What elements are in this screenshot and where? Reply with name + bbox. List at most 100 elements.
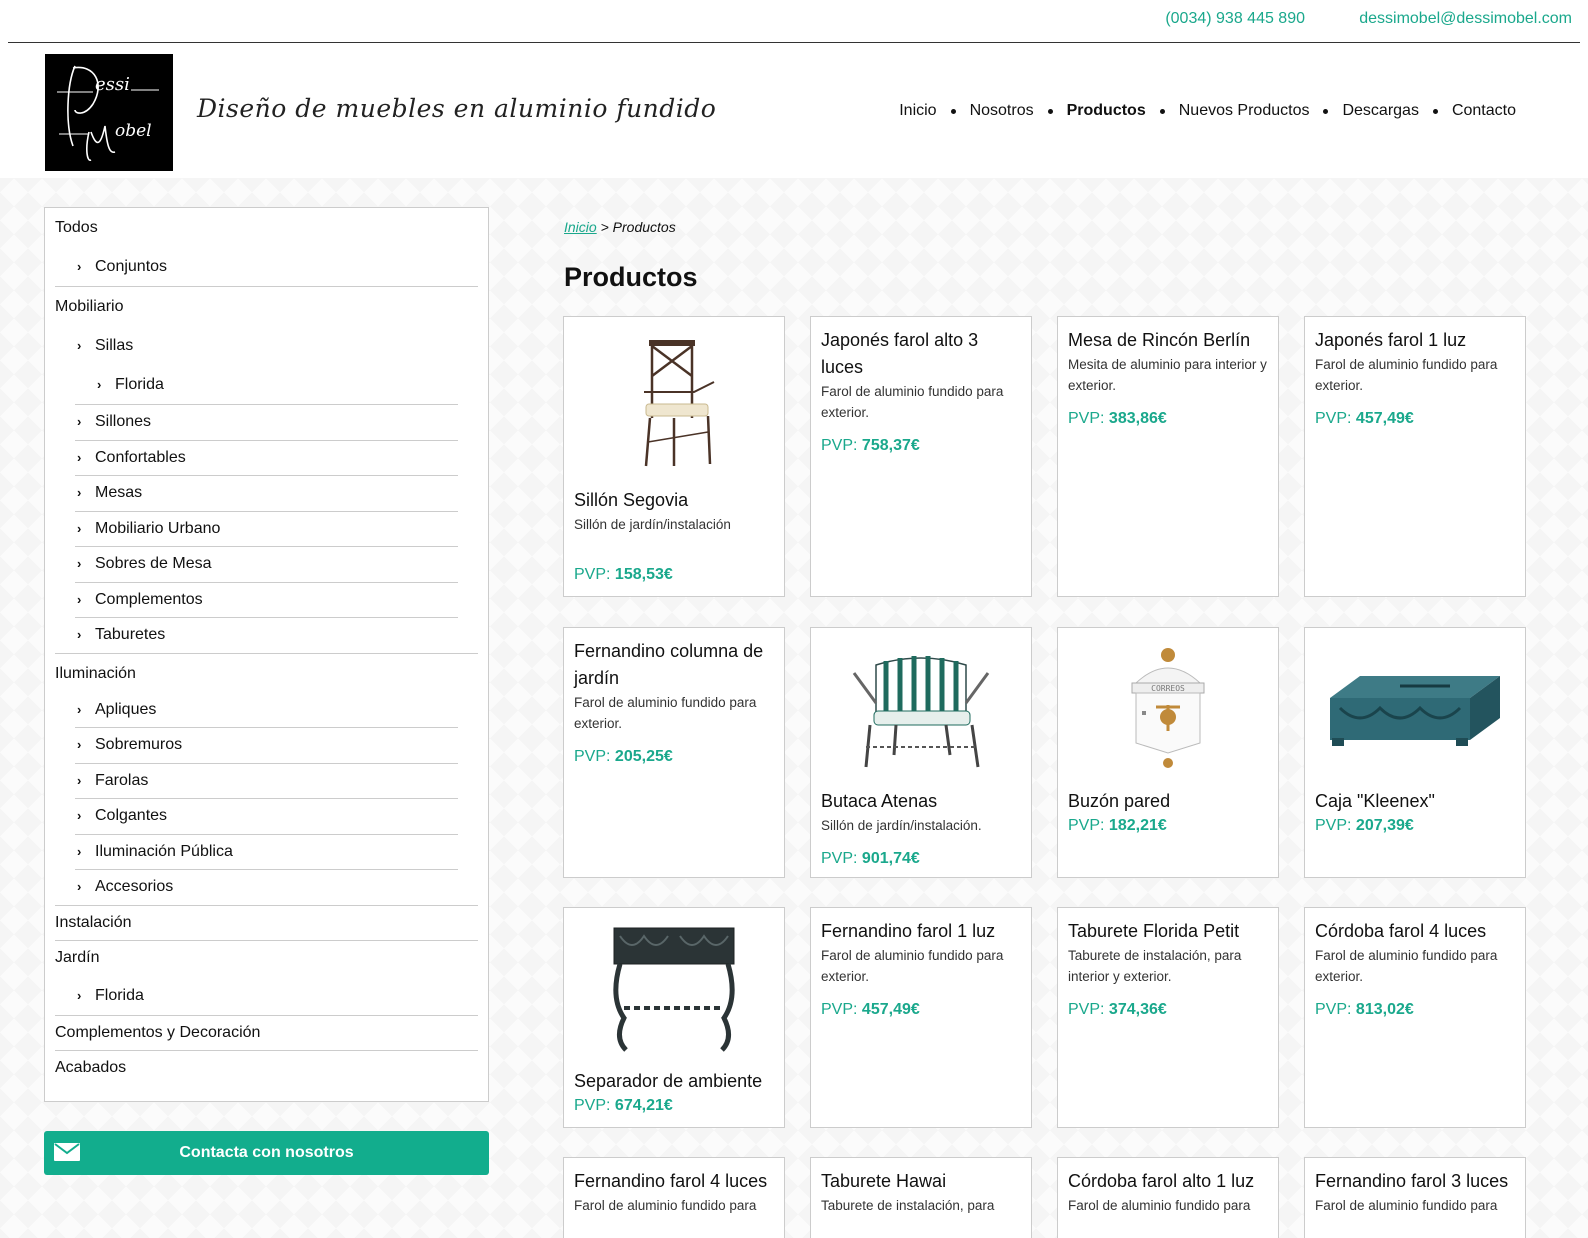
category-label: Florida [115,376,164,393]
product-card[interactable]: Japonés farol 1 luz Farol de aluminio fu… [1304,316,1526,597]
product-card[interactable]: Sillón Segovia Sillón de jardín/instalac… [563,316,785,597]
chair-icon [644,340,715,467]
product-card[interactable]: Separador de ambiente PVP: 674,21€ [563,907,785,1128]
product-name: Taburete Hawai [821,1171,947,1191]
category-iluminacion-publica[interactable]: › Iluminación Pública [55,835,478,870]
category-apliques[interactable]: › Apliques [55,693,478,728]
logo[interactable]: essi obel [45,54,173,171]
category-mobiliario-urbano[interactable]: › Mobiliario Urbano [55,512,478,547]
product-description: Farol de aluminio fundido para [1315,1198,1498,1213]
product-card[interactable]: Taburete Florida Petit Taburete de insta… [1057,907,1279,1128]
category-farolas[interactable]: › Farolas [55,764,478,799]
category-florida[interactable]: › Florida [55,365,478,404]
product-name: Fernandino farol 1 luz [821,921,996,941]
nav-separator [1159,108,1165,114]
nav-productos[interactable]: Productos [1067,102,1146,120]
chevron-right-icon: › [77,556,82,571]
category-sillas[interactable]: › Sillas [55,326,478,365]
category-mobiliario[interactable]: Mobiliario [55,287,478,326]
category-jardin[interactable]: Jardín [55,941,478,976]
product-card[interactable]: Córdoba farol alto 1 luz Farol de alumin… [1057,1157,1279,1238]
product-card[interactable]: Mesa de Rincón Berlín Mesita de aluminio… [1057,316,1279,597]
product-image [574,918,774,1058]
svg-text:obel: obel [115,121,152,141]
price-value: 674,21€ [614,1097,673,1114]
category-label: Confortables [95,448,186,466]
mailbox-icon: CORREOS [1131,648,1205,768]
main-nav: Inicio Nosotros Productos Nuevos Product… [899,102,1516,120]
category-colgantes[interactable]: › Colgantes [55,799,478,834]
category-label: Taburetes [95,626,166,643]
category-complementos-decoracion[interactable]: Complementos y Decoración [55,1016,478,1051]
product-card[interactable]: Fernandino farol 1 luz Farol de aluminio… [810,907,1032,1128]
nav-inicio[interactable]: Inicio [899,102,936,120]
product-card[interactable]: Fernandino farol 3 luces Farol de alumin… [1304,1157,1526,1238]
chevron-right-icon: › [77,701,82,717]
category-complementos[interactable]: › Complementos [55,583,478,618]
price-value: 813,02€ [1355,1001,1414,1018]
category-sobremuros[interactable]: › Sobremuros [55,728,478,763]
top-bar: (0034) 938 445 890 dessimobel@dessimobel… [8,0,1580,43]
product-card[interactable]: Córdoba farol 4 luces Farol de aluminio … [1304,907,1526,1128]
product-card[interactable]: Caja "Kleenex" PVP: 207,39€ [1304,627,1526,878]
nav-descargas[interactable]: Descargas [1342,102,1418,120]
nav-nuevos-productos[interactable]: Nuevos Productos [1179,102,1310,120]
chevron-right-icon: › [77,843,82,859]
category-label: Sobres de Mesa [95,555,212,572]
category-mesas[interactable]: › Mesas [55,476,478,511]
chevron-right-icon: › [77,449,82,465]
product-name: Butaca Atenas [821,791,938,811]
price-prefix: PVP: [1315,410,1352,427]
product-card[interactable]: Butaca Atenas Sillón de jardín/instalaci… [810,627,1032,878]
category-accesorios[interactable]: › Accesorios [55,870,478,905]
email-link[interactable]: dessimobel@dessimobel.com [1359,10,1572,28]
category-taburetes[interactable]: › Taburetes [55,618,478,653]
product-card[interactable]: Fernandino columna de jardín Farol de al… [563,627,785,878]
category-iluminacion[interactable]: Iluminación [55,654,478,693]
product-description: Taburete de instalación, para [821,1198,995,1213]
product-card[interactable]: Fernandino farol 4 luces Farol de alumin… [563,1157,785,1238]
price-prefix: PVP: [574,748,611,765]
product-description: Sillón de jardín/instalación [574,517,731,532]
breadcrumb-home[interactable]: Inicio [564,219,597,235]
category-conjuntos[interactable]: › Conjuntos [55,247,478,286]
svg-text:essi: essi [95,74,130,95]
contact-button[interactable]: Contacta con nosotros [44,1131,489,1175]
product-price: PVP: 205,25€ [574,748,774,766]
product-price: PVP: 901,74€ [821,850,1021,868]
phone-link[interactable]: (0034) 938 445 890 [1165,10,1305,28]
chevron-right-icon: › [77,808,82,823]
category-instalacion[interactable]: Instalación [55,906,478,941]
product-name: Sillón Segovia [574,490,689,510]
product-price: PVP: 813,02€ [1315,1001,1515,1019]
nav-nosotros[interactable]: Nosotros [970,102,1034,120]
product-name: Taburete Florida Petit [1068,921,1240,941]
product-price: PVP: 374,36€ [1068,1001,1268,1019]
category-sillones[interactable]: › Sillones [55,405,478,440]
page-title: Productos [564,262,698,292]
price-prefix: PVP: [1068,410,1105,427]
category-confortables[interactable]: › Confortables [55,441,478,476]
category-sobres-de-mesa[interactable]: › Sobres de Mesa [55,547,478,582]
nav-contacto[interactable]: Contacto [1452,102,1516,120]
category-label: Mobiliario [55,298,124,315]
product-price: PVP: 158,53€ [574,566,673,584]
category-label: Complementos y Decoración [55,1023,261,1041]
chevron-right-icon: › [77,772,82,788]
product-card[interactable]: Taburete Hawai Taburete de instalación, … [810,1157,1032,1238]
category-label: Complementos [95,590,203,608]
category-label: Instalación [55,913,132,931]
product-image [574,327,774,477]
product-card[interactable]: CORREOS Buzón pared PVP: 182,21€ [1057,627,1279,878]
category-jardin-florida[interactable]: › Florida [55,976,478,1015]
product-description: Farol de aluminio fundido para exterior. [821,384,1004,420]
chevron-right-icon: › [77,485,82,500]
category-todos[interactable]: Todos [55,208,478,247]
product-price: PVP: 457,49€ [821,1001,1021,1019]
category-acabados[interactable]: Acabados [55,1051,478,1086]
product-card[interactable]: Japonés farol alto 3 luces Farol de alum… [810,316,1032,597]
product-name: Separador de ambiente [574,1071,763,1091]
armchair-icon [852,656,990,768]
product-price: PVP: 182,21€ [1068,817,1268,835]
price-prefix: PVP: [574,566,611,583]
